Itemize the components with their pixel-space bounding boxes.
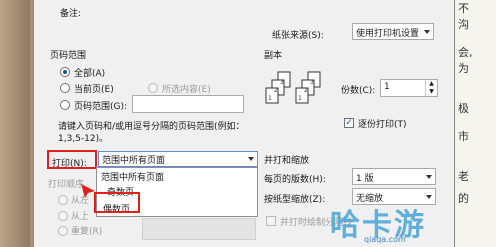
print-option-all[interactable]: 范围中所有页面 (99, 169, 255, 183)
paper-source-label: 纸张来源(S): (272, 31, 324, 41)
current-page-radio[interactable] (60, 83, 70, 93)
doc-text: 为 (458, 62, 469, 75)
copies-stepper[interactable]: 1 ▲ ▼ (380, 79, 438, 97)
chevron-down-icon (248, 157, 254, 161)
order-left-radio[interactable] (58, 195, 68, 205)
selection-label: 所选内容(E) (162, 85, 211, 95)
bind-lines-checkbox[interactable] (266, 216, 276, 226)
copies-value: 1 (384, 82, 390, 92)
doc-text: 会, (458, 46, 473, 59)
collate-icon: 123 123 (264, 70, 344, 116)
print-dialog: 备注: 纸张来源(S): 使用打印机设置 页码范围 全部(A) 当前页(E) 所… (33, 0, 455, 247)
svg-text:1: 1 (268, 95, 272, 102)
doc-text: 的 (458, 192, 469, 205)
order-title: 打印顺序 (48, 180, 85, 190)
doc-text: 不 (458, 2, 469, 15)
doc-text: 市 (458, 130, 469, 143)
all-pages-label: 全部(A) (74, 69, 106, 79)
page-range-radio[interactable] (60, 100, 70, 110)
zoom-title: 并打和缩放 (264, 156, 310, 166)
scale-label: 按纸型缩放(Z): (264, 195, 326, 205)
svg-text:2: 2 (274, 87, 278, 94)
order-repeat-radio[interactable] (58, 226, 68, 236)
order-repeat-label: 重复(R) (71, 227, 103, 237)
collate-label: 逐份打印(T) (358, 120, 407, 130)
page-range-hint-2: 1,3,5-12)。 (58, 134, 109, 144)
svg-text:2: 2 (304, 87, 308, 94)
all-pages-radio[interactable] (60, 67, 70, 77)
copies-title: 副本 (264, 51, 283, 61)
page-range-input[interactable] (132, 95, 244, 113)
remarks-label: 备注: (60, 9, 82, 19)
watermark-url: qiaqa.com (364, 235, 406, 244)
order-left-label: 从左 (71, 196, 90, 206)
print-select-value: 范围中所有页面 (102, 156, 166, 166)
chevron-down-icon (424, 30, 430, 34)
page-range-label: 页码范围(G): (74, 102, 128, 112)
print-option-label: 范围中所有页面 (101, 173, 165, 183)
chevron-down-icon (426, 195, 432, 199)
current-page-label: 当前页(E) (74, 85, 114, 95)
svg-text:3: 3 (280, 79, 284, 86)
copies-label: 份数(C): (341, 86, 376, 96)
order-top-radio[interactable] (58, 211, 68, 221)
window-edge (0, 0, 30, 247)
paper-source-select[interactable]: 使用打印机设置 (352, 23, 434, 40)
highlight-box (94, 192, 140, 213)
spin-icon[interactable]: ▲ ▼ (425, 80, 437, 96)
order-top-label: 从上 (71, 212, 90, 222)
paper-source-value: 使用打印机设置 (356, 29, 420, 39)
chevron-down-icon (426, 175, 432, 179)
pages-per-sheet-value: 1 版 (356, 174, 374, 184)
selection-radio[interactable] (148, 83, 158, 93)
svg-text:3: 3 (310, 79, 314, 86)
print-select[interactable]: 范围中所有页面 (98, 151, 258, 167)
document-background: 不 沟 会, 为 极 市 老 的 (452, 0, 496, 247)
doc-text: 老 (458, 170, 469, 183)
pages-per-sheet-select[interactable]: 1 版 (352, 168, 436, 185)
svg-text:1: 1 (298, 95, 302, 102)
collate-checkbox[interactable]: ✓ (344, 118, 354, 128)
doc-text: 沟 (458, 18, 469, 31)
doc-text: 极 (458, 102, 469, 115)
pages-per-sheet-label: 每页的版数(H): (264, 175, 326, 185)
highlight-box (47, 150, 97, 169)
order-preview (142, 218, 256, 240)
